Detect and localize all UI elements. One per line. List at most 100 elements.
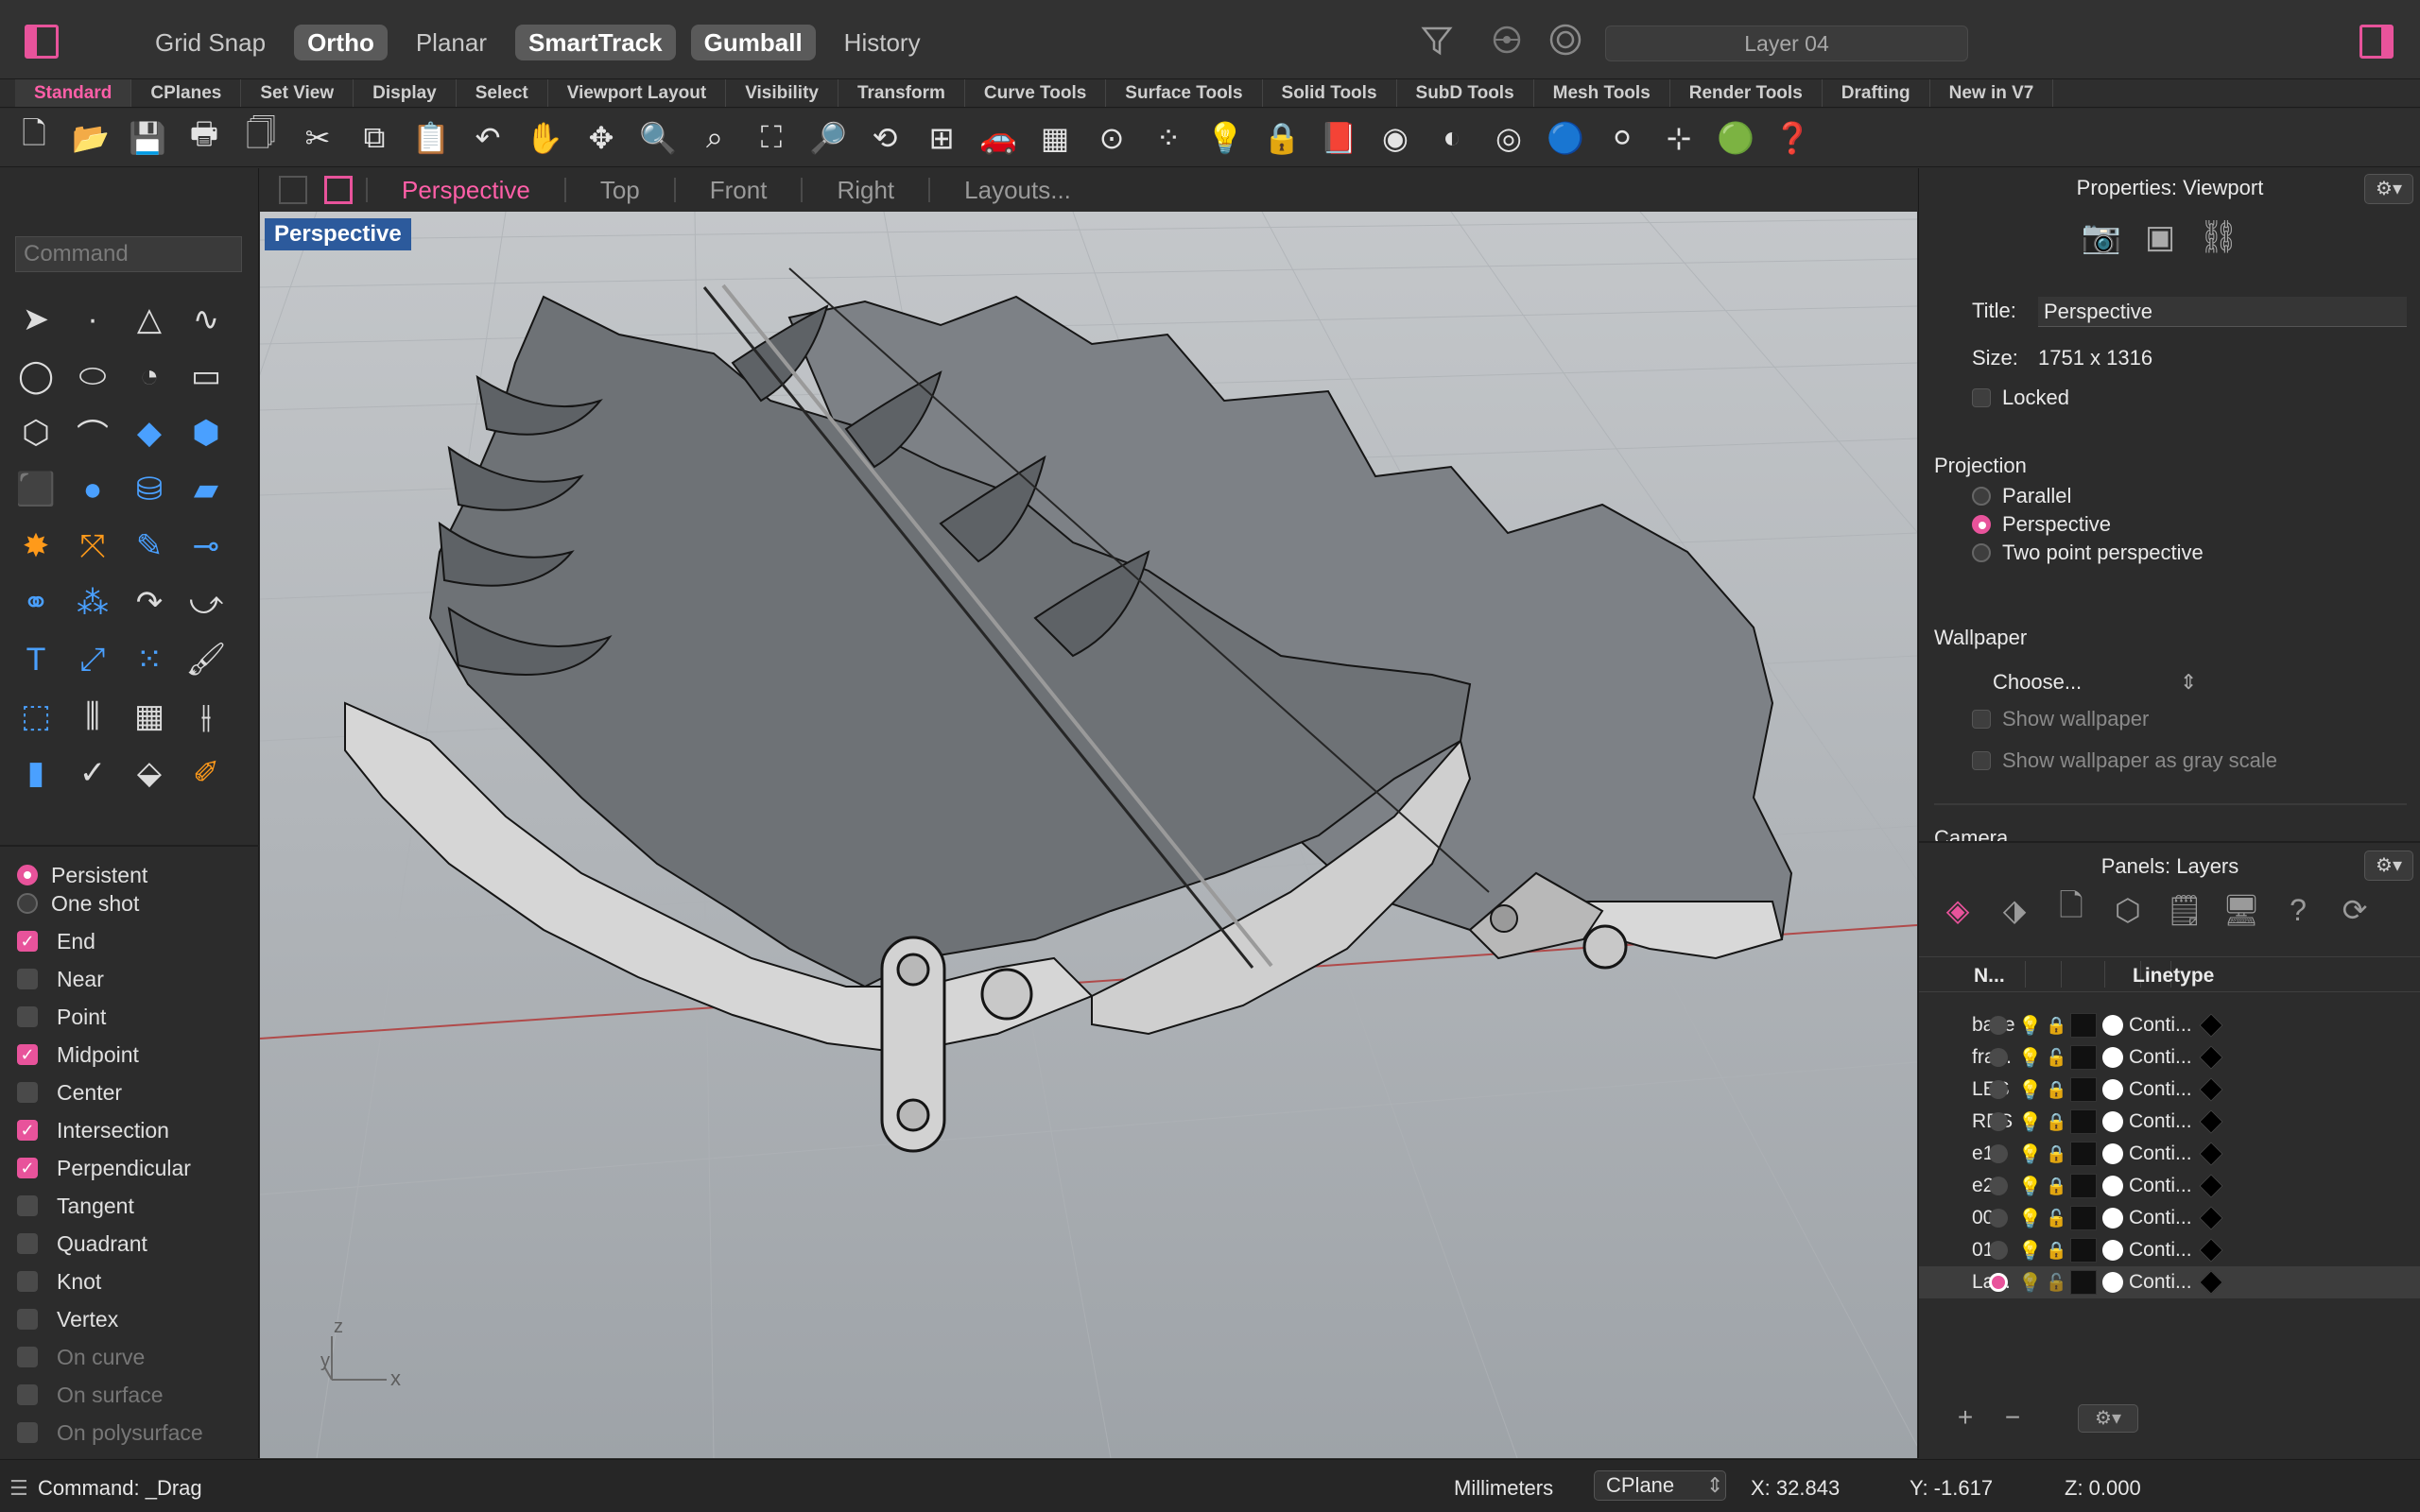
trim-icon[interactable]: ✎ (121, 518, 178, 575)
layer-linetype[interactable]: Conti... (2129, 1239, 2192, 1262)
print-color-swatch[interactable] (2199, 1270, 2223, 1295)
lock-icon[interactable]: 🔒 (2046, 1144, 2066, 1164)
array-icon[interactable]: ⁙ (121, 631, 178, 688)
tab-front[interactable]: Front (673, 178, 802, 202)
radio-persistent[interactable] (17, 865, 38, 885)
tab-standard[interactable]: Standard (15, 79, 132, 107)
object-cube-icon[interactable]: ⬡ (2106, 888, 2150, 932)
four-view-layout-icon[interactable] (279, 176, 307, 204)
right-sidebar-toggle-icon[interactable] (2360, 25, 2394, 59)
offset-icon[interactable]: ↷ (121, 575, 178, 631)
document-icon[interactable]: 🗋 (2049, 888, 2093, 932)
checkbox-quadrant[interactable] (17, 1233, 38, 1254)
camera-icon[interactable]: 📷 (2080, 215, 2123, 259)
material-swatch[interactable] (2102, 1047, 2123, 1068)
grid-snap-toggle[interactable]: Grid Snap (142, 25, 279, 60)
points-on-icon[interactable]: ⁘ (1144, 113, 1193, 163)
analyze-icon[interactable]: ▮ (8, 745, 64, 801)
layer-row[interactable]: 01 💡 🔒 Conti... (1919, 1234, 2420, 1266)
tab-set-view[interactable]: Set View (241, 79, 354, 107)
tab-select[interactable]: Select (457, 79, 548, 107)
material-swatch[interactable] (2102, 1272, 2123, 1293)
pan-hand-icon[interactable]: ✋ (520, 113, 569, 163)
current-layer-dot[interactable] (1989, 1273, 2008, 1292)
layer-row[interactable]: RES💡🔒Conti... (1919, 1106, 2420, 1138)
checkbox-perpendicular[interactable]: ✓ (17, 1158, 38, 1178)
help-panel-icon[interactable]: ? (2276, 888, 2320, 932)
tab-render-tools[interactable]: Render Tools (1670, 79, 1823, 107)
color-wheel-icon[interactable]: ◉ (1371, 113, 1420, 163)
current-layer-dot[interactable] (1989, 1144, 2008, 1163)
save-icon[interactable]: 💾 (123, 113, 172, 163)
checkbox-center[interactable] (17, 1082, 38, 1103)
wireframe-sphere-icon[interactable]: ◎ (1484, 113, 1533, 163)
cplane-icon[interactable]: ⊙ (1087, 113, 1136, 163)
osnap-tangent[interactable]: Tangent (17, 1187, 203, 1225)
material-swatch[interactable] (2102, 1240, 2123, 1261)
polygon-icon[interactable]: ⬡ (8, 404, 64, 461)
radio-two-point[interactable] (1972, 543, 1991, 562)
current-layer-selector[interactable]: Layer 04 (1605, 26, 1968, 61)
lightbulb-icon[interactable]: 💡 (2018, 1110, 2042, 1134)
osnap-midpoint[interactable]: ✓ Midpoint (17, 1036, 203, 1074)
osnap-intersection[interactable]: ✓ Intersection (17, 1111, 203, 1149)
layer-linetype[interactable]: Conti... (2129, 1046, 2192, 1069)
print-color-swatch[interactable] (2199, 1077, 2223, 1102)
lock-icon[interactable]: 🔒 (2046, 1080, 2066, 1100)
osnap-end[interactable]: ✓ End (17, 922, 203, 960)
current-layer-dot[interactable] (1989, 1241, 2008, 1260)
projection-two-point[interactable]: Two point perspective (1972, 541, 2204, 565)
filter-icon[interactable] (1416, 21, 1458, 62)
lock-icon[interactable]: 🔓 (2046, 1209, 2066, 1228)
osnap-point[interactable]: Point (17, 998, 203, 1036)
layer-linetype[interactable]: Conti... (2129, 1175, 2192, 1197)
circle-icon[interactable]: ◯ (8, 348, 64, 404)
box-icon[interactable]: ⬛ (8, 461, 64, 518)
lock-icon[interactable]: 🔓 (2046, 1048, 2066, 1068)
extrude-icon[interactable]: ⬢ (178, 404, 234, 461)
osnap-knot[interactable]: Knot (17, 1263, 203, 1300)
lightbulb-icon[interactable]: 💡 (2018, 1207, 2042, 1230)
lock-icon[interactable]: 🔒 (1257, 113, 1306, 163)
lightbulb-icon[interactable]: 💡 (2018, 1014, 2042, 1038)
material-swatch[interactable] (2102, 1143, 2123, 1164)
split-icon[interactable]: ⊸ (178, 518, 234, 575)
ortho-toggle[interactable]: Ortho (294, 25, 388, 60)
tab-visibility[interactable]: Visibility (726, 79, 838, 107)
check-icon[interactable]: ✓ (64, 745, 121, 801)
checkbox-tangent[interactable] (17, 1195, 38, 1216)
osnap-center[interactable]: Center (17, 1074, 203, 1111)
wallpaper-choose-select[interactable]: Choose... ⇕ (1981, 665, 2199, 699)
lock-icon[interactable]: 🔒 (2046, 1241, 2066, 1261)
layer-color-swatch[interactable] (2070, 1109, 2097, 1134)
tab-solid-tools[interactable]: Solid Tools (1263, 79, 1397, 107)
arc-icon[interactable]: ◔ (121, 348, 178, 404)
move-icon[interactable]: ⬚ (8, 688, 64, 745)
layer-states-icon[interactable]: ⬗ (1993, 888, 2036, 932)
properties-brush-icon[interactable]: ✐ (178, 745, 234, 801)
osnap-toggle-icon[interactable] (1486, 21, 1528, 62)
lightbulb-icon[interactable]: 💡 (2018, 1175, 2042, 1198)
copy-icon[interactable]: ⧉ (350, 113, 399, 163)
remove-layer-button[interactable]: − (1995, 1404, 2031, 1433)
layer-color-swatch[interactable] (2070, 1142, 2097, 1166)
layer-linetype[interactable]: Conti... (2129, 1110, 2192, 1133)
mesh-icon[interactable]: ▦ (121, 688, 178, 745)
layer-row[interactable]: fra...💡🔓Conti... (1919, 1041, 2420, 1074)
left-sidebar-toggle-icon[interactable] (25, 25, 59, 59)
render-sphere-icon[interactable]: 🔵 (1541, 113, 1590, 163)
command-input[interactable] (15, 236, 242, 272)
tab-right[interactable]: Right (801, 178, 928, 202)
radio-perspective[interactable] (1972, 515, 1991, 534)
layer-color-swatch[interactable] (2070, 1013, 2097, 1038)
current-layer-dot[interactable] (1989, 1048, 2008, 1067)
layer-row[interactable]: bake💡🔒Conti... (1919, 1009, 2420, 1041)
print-color-swatch[interactable] (2199, 1013, 2223, 1038)
shaded-sphere-icon[interactable]: ◐ (1427, 113, 1477, 163)
layer-row[interactable]: e1 💡 🔒 Conti... (1919, 1138, 2420, 1170)
layer-color-swatch[interactable] (2070, 1238, 2097, 1263)
material-swatch[interactable] (2102, 1111, 2123, 1132)
material-swatch[interactable] (2102, 1176, 2123, 1196)
layer-options-gear-button[interactable]: ⚙▾ (2078, 1404, 2138, 1433)
new-file-icon[interactable]: 🗋 (9, 113, 59, 163)
